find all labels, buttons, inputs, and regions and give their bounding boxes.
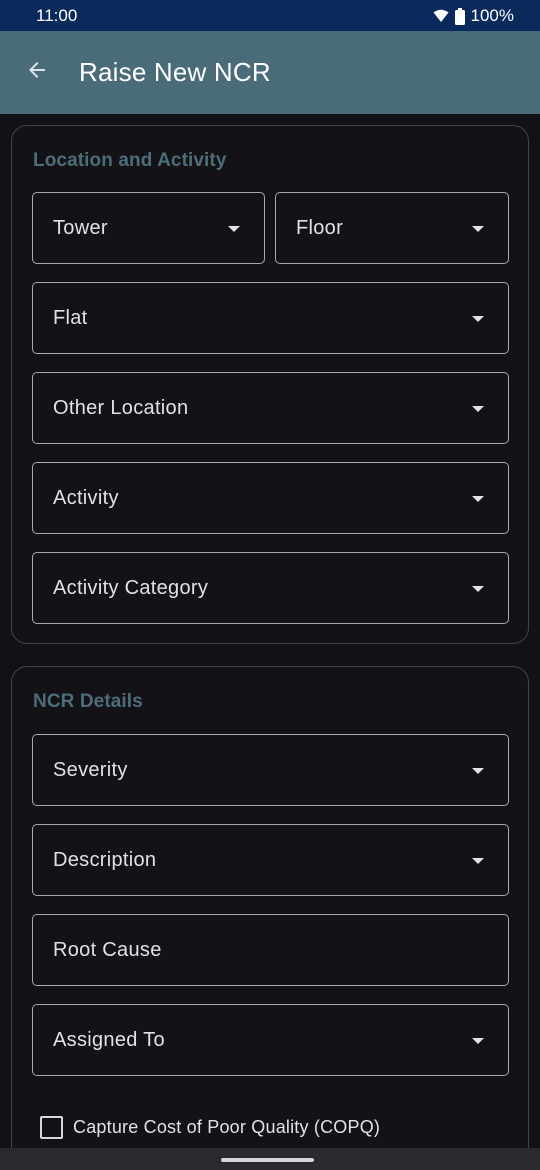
caret-down-icon (472, 496, 484, 502)
root-cause-field[interactable]: Root Cause (32, 914, 509, 986)
assigned-to-label: Assigned To (53, 1029, 165, 1051)
tower-label: Tower (53, 217, 108, 239)
back-button[interactable] (18, 53, 56, 91)
severity-label: Severity (53, 759, 128, 781)
caret-down-icon (472, 768, 484, 774)
system-nav-bar (0, 1148, 540, 1170)
root-cause-label: Root Cause (53, 939, 162, 961)
caret-down-icon (472, 226, 484, 232)
activity-category-dropdown[interactable]: Activity Category (32, 552, 509, 624)
wifi-icon (433, 9, 449, 23)
activity-category-label: Activity Category (53, 577, 209, 599)
flat-dropdown[interactable]: Flat (32, 282, 509, 354)
other-location-label: Other Location (53, 397, 189, 419)
severity-dropdown[interactable]: Severity (32, 734, 509, 806)
battery-percentage: 100% (470, 6, 514, 25)
floor-dropdown[interactable]: Floor (275, 192, 509, 264)
description-dropdown[interactable]: Description (32, 824, 509, 896)
copq-checkbox-label[interactable]: Capture Cost of Poor Quality (COPQ) (73, 1117, 380, 1138)
description-label: Description (53, 849, 157, 871)
section-title-location: Location and Activity (33, 150, 227, 171)
ncr-details-card: NCR Details Severity Description Root Ca… (11, 666, 529, 1170)
app-bar: Raise New NCR (0, 31, 540, 114)
activity-dropdown[interactable]: Activity (32, 462, 509, 534)
caret-down-icon (472, 858, 484, 864)
status-time: 11:00 (36, 6, 78, 25)
status-bar: 11:00 100% (0, 0, 540, 31)
caret-down-icon (472, 316, 484, 322)
flat-label: Flat (53, 307, 88, 329)
caret-down-icon (472, 586, 484, 592)
activity-label: Activity (53, 487, 119, 509)
status-indicators: 100% (433, 6, 514, 26)
other-location-dropdown[interactable]: Other Location (32, 372, 509, 444)
home-handle[interactable] (221, 1158, 314, 1162)
arrow-left-icon (25, 58, 49, 87)
tower-dropdown[interactable]: Tower (32, 192, 265, 264)
battery-icon (454, 7, 465, 25)
section-title-ncr: NCR Details (33, 691, 143, 712)
caret-down-icon (228, 226, 240, 232)
copq-checkbox-row[interactable]: Capture Cost of Poor Quality (COPQ) (40, 1116, 380, 1139)
page-title: Raise New NCR (79, 57, 271, 87)
location-activity-card: Location and Activity Tower Floor Flat O… (11, 125, 529, 644)
assigned-to-dropdown[interactable]: Assigned To (32, 1004, 509, 1076)
copq-checkbox[interactable] (40, 1116, 63, 1139)
caret-down-icon (472, 406, 484, 412)
floor-label: Floor (296, 217, 344, 239)
caret-down-icon (472, 1038, 484, 1044)
